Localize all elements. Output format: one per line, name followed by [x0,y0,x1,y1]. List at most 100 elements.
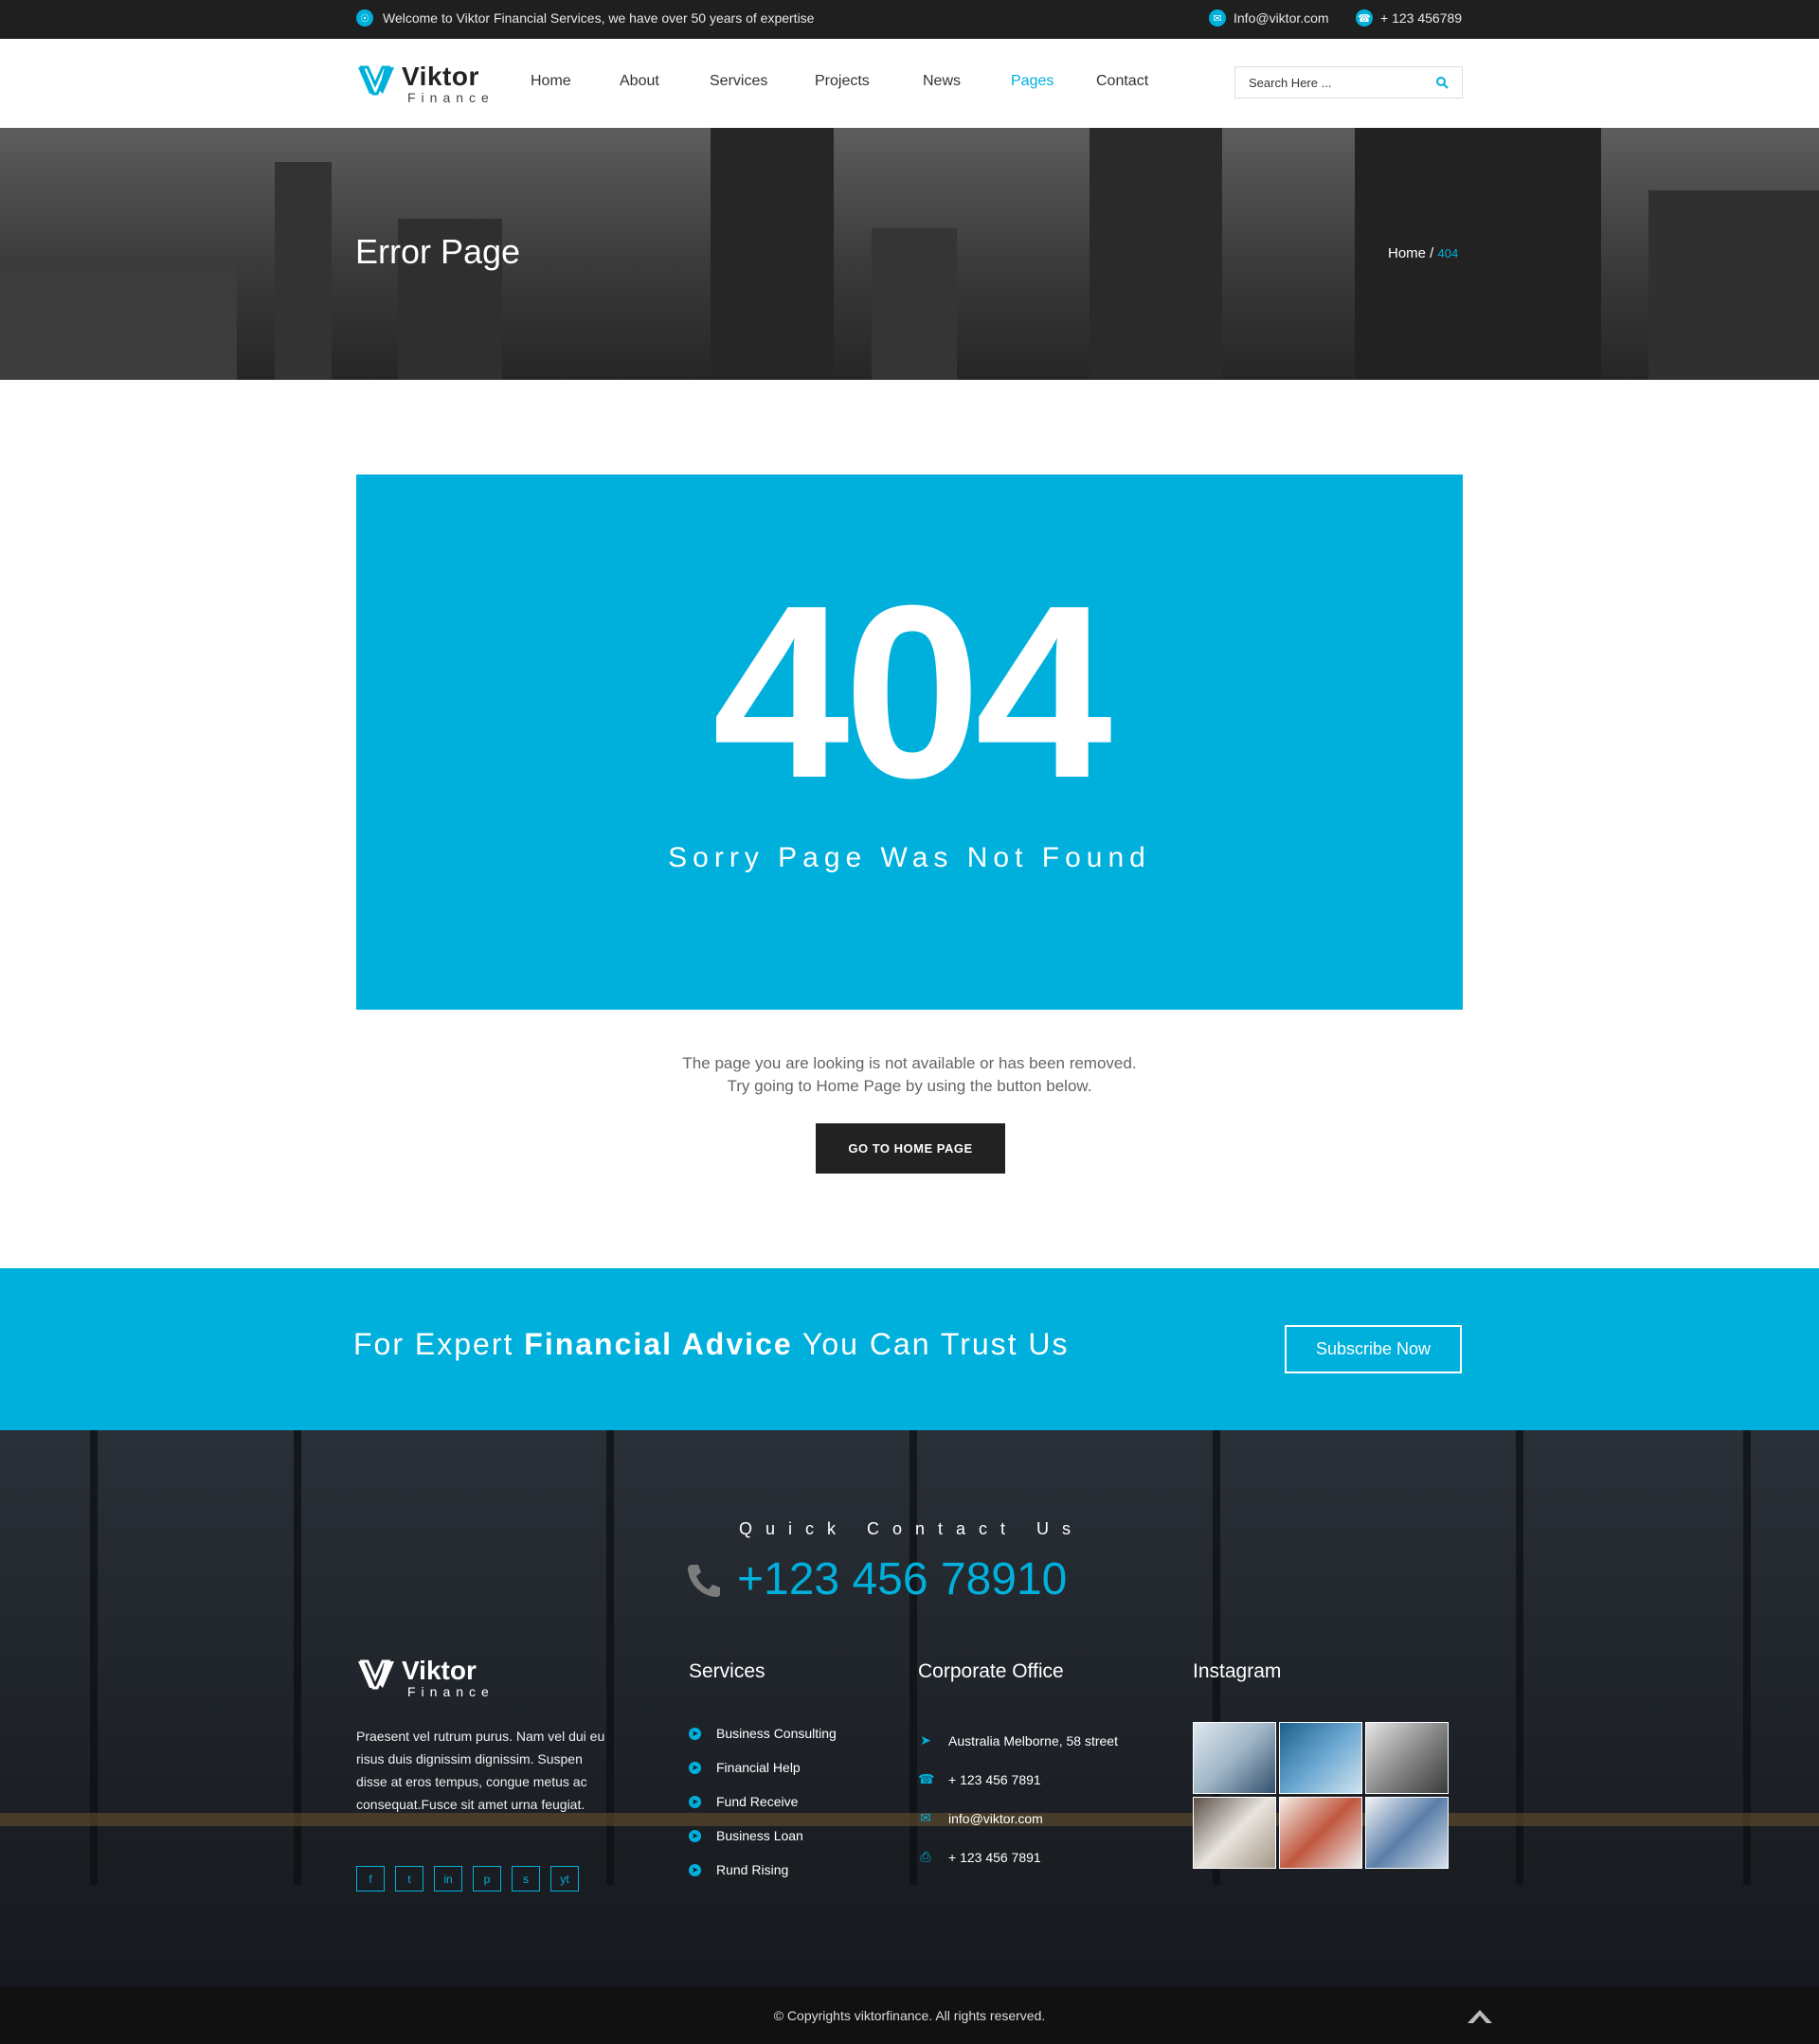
error-message: The page you are looking is not availabl… [0,1052,1819,1098]
cta-text-bold: Financial Advice [524,1327,793,1361]
banner-building [275,162,332,380]
list-item[interactable]: ➤ Financial Help [689,1750,837,1784]
breadcrumb-current: 404 [1437,246,1459,260]
twitter-icon[interactable]: t [395,1866,423,1892]
welcome-text: Welcome to Viktor Financial Services, we… [383,10,815,26]
list-item[interactable]: ➤ Business Consulting [689,1716,837,1750]
quick-contact-title: Quick Contact Us [739,1519,1085,1538]
quick-contact: +123 456 78910 [684,1553,1067,1605]
nav-news[interactable]: News [923,73,1011,90]
logo-name: Viktor [402,62,479,91]
office-phone[interactable]: ☎ + 123 456 7891 [918,1760,1118,1799]
nav-contact[interactable]: Contact [1096,73,1172,90]
instagram-title: Instagram [1193,1660,1282,1682]
office-title: Corporate Office [918,1660,1064,1682]
instagram-photo[interactable] [1365,1722,1449,1794]
subscribe-button[interactable]: Subscribe Now [1285,1325,1462,1373]
office-email[interactable]: ✉ info@viktor.com [918,1799,1118,1838]
top-bar: ☉ Welcome to Viktor Financial Services, … [0,0,1819,39]
service-label[interactable]: Business Loan [716,1828,803,1843]
footer-logo-name: Viktor [402,1656,477,1685]
window-ledge [0,1813,1819,1826]
pinterest-icon[interactable]: p [473,1866,501,1892]
instagram-photo[interactable] [1279,1797,1362,1869]
phone-icon [688,1564,720,1597]
topbar-email-text[interactable]: Info@viktor.com [1234,10,1329,26]
nav-home[interactable]: Home [531,73,620,90]
scroll-top-icon[interactable] [1466,2004,1494,2025]
nav-about[interactable]: About [620,73,710,90]
nav-projects[interactable]: Projects [815,73,923,90]
error-code: 404 [712,555,1112,830]
office-fax-text: + 123 456 7891 [948,1849,1041,1865]
service-label[interactable]: Rund Rising [716,1862,788,1877]
youtube-icon[interactable]: yt [550,1866,579,1892]
breadcrumb: Home / 404 [1388,245,1458,261]
arrow-right-icon: ➤ [689,1863,701,1876]
linkedin-icon[interactable]: in [434,1866,462,1892]
search-input[interactable]: Search Here ... [1249,76,1435,90]
cta-text-pre: For Expert [353,1327,525,1361]
social-links: f t in p s yt [356,1866,579,1892]
instagram-photo[interactable] [1365,1797,1449,1869]
error-message-line2: Try going to Home Page by using the butt… [727,1077,1092,1095]
phone-icon: ☎ [1356,9,1373,27]
office-address: ➤ Australia Melborne, 58 street [918,1721,1118,1760]
topbar-phone[interactable]: ☎ + 123 456789 [1356,9,1462,27]
topbar-phone-text[interactable]: + 123 456789 [1380,10,1462,26]
go-home-button[interactable]: GO TO HOME PAGE [816,1123,1005,1174]
logo-v-icon [358,1659,394,1690]
search-box[interactable]: Search Here ... [1234,66,1463,99]
site-logo[interactable]: Viktor Finance [356,63,495,105]
office-list: ➤ Australia Melborne, 58 street ☎ + 123 45… [918,1721,1118,1876]
mail-icon: ✉ [920,1810,931,1825]
service-label[interactable]: Fund Receive [716,1794,798,1809]
site-footer: Quick Contact Us +123 456 78910 Viktor F… [0,1430,1819,1987]
skype-icon[interactable]: s [512,1866,540,1892]
breadcrumb-home[interactable]: Home / [1388,245,1433,261]
nav-services[interactable]: Services [710,73,815,90]
services-title: Services [689,1660,765,1682]
list-item[interactable]: ➤ Business Loan [689,1819,837,1853]
banner-building [1648,190,1819,380]
service-label[interactable]: Business Consulting [716,1726,837,1741]
footer-logo[interactable]: Viktor Finance [356,1658,495,1699]
banner-building [711,128,834,380]
arrow-right-icon: ➤ [689,1761,701,1774]
footer-logo-sub: Finance [407,1684,495,1699]
fax-icon: ⎙ [920,1849,931,1864]
mail-icon: ✉ [1209,9,1226,27]
globe-icon: ☉ [356,9,373,27]
page-title: Error Page [355,232,521,271]
list-item[interactable]: ➤ Fund Receive [689,1784,837,1819]
banner-building [1090,128,1222,380]
office-phone-text[interactable]: + 123 456 7891 [948,1772,1041,1787]
office-email-text[interactable]: info@viktor.com [948,1811,1043,1826]
error-message-line1: The page you are looking is not availabl… [682,1054,1137,1072]
main-nav: Home About Services Projects News Pages … [531,73,1172,90]
error-subtitle: Sorry Page Was Not Found [668,842,1151,873]
page-banner: Error Page Home / 404 [0,128,1819,380]
facebook-icon[interactable]: f [356,1866,385,1892]
welcome-message: ☉ Welcome to Viktor Financial Services, … [356,9,814,27]
nav-pages[interactable]: Pages [1011,73,1096,90]
banner-building [0,266,237,380]
service-label[interactable]: Financial Help [716,1760,801,1775]
error-box: 404 Sorry Page Was Not Found [356,475,1463,1010]
list-item[interactable]: ➤ Rund Rising [689,1853,837,1887]
quick-contact-phone[interactable]: +123 456 78910 [737,1553,1067,1605]
copyright-bar: © Copyrights viktorfinance. All rights r… [0,1987,1819,2044]
copyright-text: © Copyrights viktorfinance. All rights r… [773,2008,1046,2023]
instagram-photo[interactable] [1279,1722,1362,1794]
office-fax: ⎙ + 123 456 7891 [918,1838,1118,1876]
services-list: ➤ Business Consulting ➤ Financial Help ➤ Fu… [689,1716,837,1887]
site-header: Viktor Finance Home About Services Proje… [0,39,1819,128]
banner-building [872,228,957,380]
phone-icon: ☎ [918,1771,935,1786]
instagram-photo[interactable] [1193,1797,1276,1869]
topbar-email[interactable]: ✉ Info@viktor.com [1209,9,1329,27]
arrow-right-icon: ➤ [689,1795,701,1808]
search-icon[interactable] [1435,76,1449,89]
office-address-text: Australia Melborne, 58 street [948,1732,1118,1748]
instagram-photo[interactable] [1193,1722,1276,1794]
